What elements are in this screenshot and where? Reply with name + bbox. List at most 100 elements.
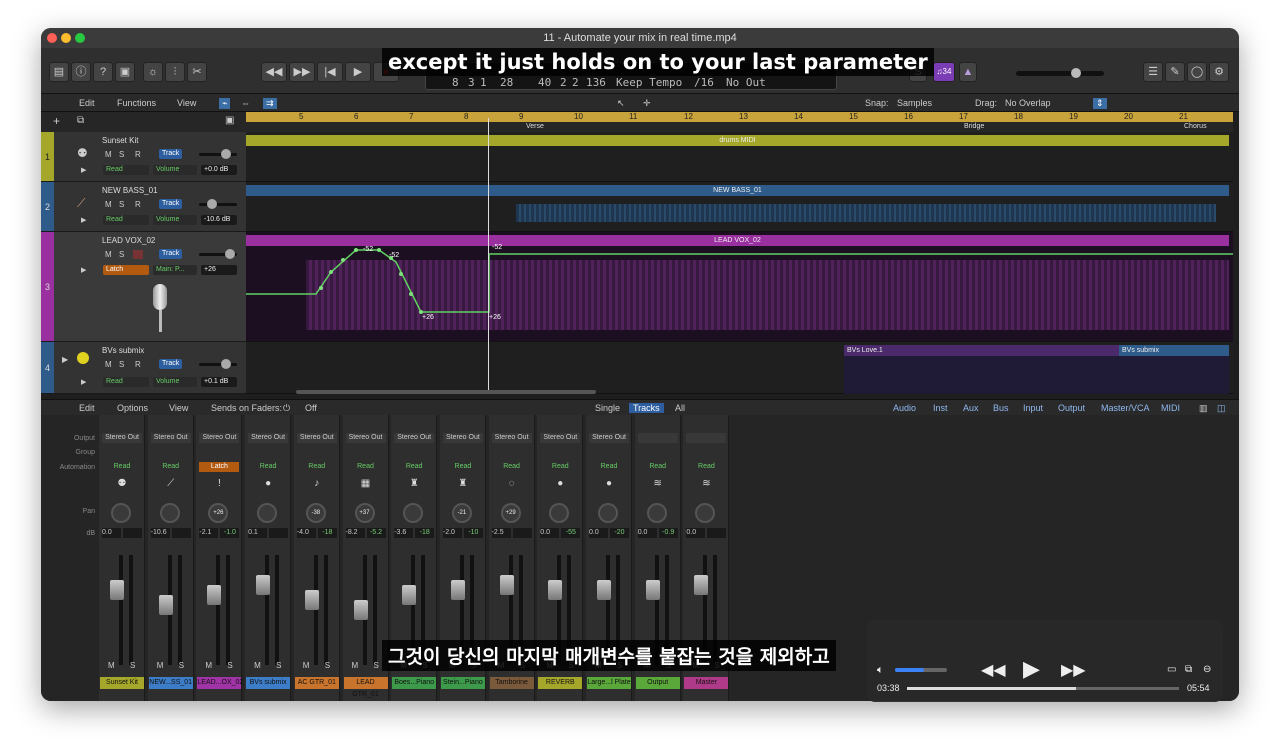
disclosure-arrow-icon[interactable]: ▶ bbox=[81, 378, 86, 386]
filter-inst[interactable]: Inst bbox=[933, 403, 948, 413]
output-slot[interactable] bbox=[686, 433, 727, 443]
pan-knob[interactable] bbox=[549, 503, 570, 523]
marker-bridge[interactable]: Bridge bbox=[964, 123, 984, 130]
smart-controls-button[interactable]: ☼ bbox=[143, 62, 163, 82]
filter-input[interactable]: Input bbox=[1023, 403, 1043, 413]
volume-fader[interactable] bbox=[158, 595, 173, 615]
channel-strip[interactable]: Stereo Out Latch! +26 -2.1 -1.0 M S LEAD...OX_0… bbox=[196, 415, 243, 701]
master-volume-slider[interactable] bbox=[1016, 68, 1104, 78]
editors-button[interactable]: ✂ bbox=[187, 62, 207, 82]
automation-value[interactable]: +0.1 dB bbox=[201, 377, 237, 387]
channel-name[interactable]: AC GTR_01 bbox=[294, 677, 339, 689]
channel-strip[interactable]: Stereo Out Read ● 0.1 M S BVs submix bbox=[245, 415, 292, 701]
double-column-icon[interactable]: ◫ bbox=[1217, 403, 1226, 414]
marker-track[interactable]: Verse Bridge Chorus bbox=[246, 122, 1233, 132]
solo-button[interactable]: S bbox=[119, 150, 124, 159]
output-slot[interactable]: Stereo Out bbox=[345, 433, 386, 443]
volume-slider[interactable] bbox=[199, 249, 237, 259]
list-editors-button[interactable]: ☰ bbox=[1143, 62, 1163, 82]
fast-forward-icon[interactable]: ▶▶ bbox=[1061, 660, 1086, 680]
more-options-icon[interactable]: ⊖ bbox=[1203, 664, 1211, 675]
output-slot[interactable]: Stereo Out bbox=[394, 433, 435, 443]
channel-name[interactable]: Master bbox=[684, 677, 729, 689]
minimize-window-button[interactable] bbox=[61, 33, 71, 43]
pan-knob[interactable]: +37 bbox=[354, 503, 375, 523]
functions-menu[interactable]: Functions bbox=[117, 98, 156, 108]
pan-knob[interactable] bbox=[159, 503, 180, 523]
channel-name[interactable]: Output bbox=[635, 677, 680, 689]
solo-button[interactable]: S bbox=[325, 661, 330, 670]
lane-bass[interactable]: NEW BASS_01 bbox=[246, 182, 1233, 232]
track-row-2[interactable]: 2 ⟋ NEW BASS_01 M S R Track ▶ Read Volum… bbox=[41, 182, 246, 232]
automation-mode-select[interactable]: Read bbox=[103, 165, 149, 175]
record-enable-button[interactable]: R bbox=[135, 150, 141, 159]
channel-name[interactable]: Tamborine bbox=[489, 677, 534, 689]
filter-master-vca[interactable]: Master/VCA bbox=[1101, 403, 1150, 413]
track-automation-button[interactable]: Track bbox=[159, 149, 183, 159]
bar-ruler[interactable]: 5 6 7 8 9 10 11 12 13 14 15 16 17 18 19 … bbox=[246, 112, 1233, 122]
channel-strip[interactable]: Stereo Out Read ♪ -38 -4.0 -18 M S AC GTR_01 bbox=[293, 415, 340, 701]
duplicate-track-icon[interactable]: ⧉ bbox=[77, 115, 84, 126]
metronome-icon[interactable]: ▲ bbox=[959, 62, 977, 82]
output-slot[interactable]: Stereo Out bbox=[540, 433, 581, 443]
tab-all[interactable]: All bbox=[675, 403, 685, 413]
horizontal-scrollbar[interactable] bbox=[296, 390, 596, 394]
tab-single[interactable]: Single bbox=[595, 403, 620, 413]
output-slot[interactable]: Stereo Out bbox=[589, 433, 629, 443]
disclosure-arrow-icon[interactable]: ▶ bbox=[81, 216, 86, 224]
track-row-4[interactable]: 4 ▶ BVs submix M S R Track ▶ Read Volume… bbox=[41, 342, 246, 394]
pan-knob[interactable]: +26 bbox=[208, 503, 229, 523]
rewind-icon[interactable]: ◀◀ bbox=[981, 660, 1006, 680]
marker-verse[interactable]: Verse bbox=[526, 123, 544, 130]
lane-lead-vox[interactable]: LEAD VOX_02 -52 -52 +26 -52 +26 bbox=[246, 232, 1233, 342]
automation-param-select[interactable]: Volume bbox=[153, 215, 197, 225]
waveform-zoom-icon[interactable]: ⇕ bbox=[1093, 98, 1107, 109]
automation-value[interactable]: -10.6 dB bbox=[201, 215, 237, 225]
drag-select[interactable]: No Overlap bbox=[1005, 98, 1051, 108]
filter-aux[interactable]: Aux bbox=[963, 403, 979, 413]
zoom-window-button[interactable] bbox=[75, 33, 85, 43]
mute-button[interactable]: M bbox=[157, 661, 164, 670]
pan-knob[interactable] bbox=[403, 503, 424, 523]
sends-on-faders-select[interactable]: Off bbox=[305, 403, 317, 413]
region-bvs-submix[interactable]: BVs submix bbox=[1119, 345, 1229, 356]
automation-mode[interactable]: Read bbox=[248, 462, 288, 472]
automation-param-select[interactable]: Main: P... bbox=[153, 265, 197, 275]
automation-view-icon[interactable]: ⌁ bbox=[219, 98, 231, 109]
record-enable-button[interactable] bbox=[133, 250, 143, 259]
filter-output[interactable]: Output bbox=[1058, 403, 1085, 413]
lane-bvs[interactable]: BVs Love.1 BVs submix bbox=[246, 342, 1233, 394]
mute-button[interactable]: M bbox=[105, 200, 112, 209]
pan-knob[interactable] bbox=[257, 503, 278, 523]
record-enable-button[interactable]: R bbox=[135, 360, 141, 369]
volume-slider[interactable] bbox=[199, 199, 237, 209]
solo-button[interactable]: S bbox=[130, 661, 135, 670]
automation-mode[interactable]: Read bbox=[394, 462, 434, 472]
solo-button[interactable]: S bbox=[119, 250, 124, 259]
power-icon[interactable]: ⏻ bbox=[283, 403, 290, 414]
automation-param-select[interactable]: Volume bbox=[153, 165, 197, 175]
pan-knob[interactable] bbox=[111, 503, 131, 523]
output-slot[interactable] bbox=[637, 433, 678, 443]
mixer-edit-menu[interactable]: Edit bbox=[79, 403, 95, 413]
edit-menu[interactable]: Edit bbox=[79, 98, 95, 108]
channel-name[interactable]: LEAD GTR_01 bbox=[343, 677, 388, 698]
mute-button[interactable]: M bbox=[105, 150, 112, 159]
output-slot[interactable]: Stereo Out bbox=[296, 433, 337, 443]
add-track-icon[interactable]: + bbox=[53, 114, 60, 128]
solo-button[interactable]: S bbox=[119, 360, 124, 369]
solo-button[interactable]: S bbox=[119, 200, 124, 209]
region-bass[interactable]: NEW BASS_01 bbox=[246, 185, 1229, 196]
filter-bus[interactable]: Bus bbox=[993, 403, 1009, 413]
pan-knob[interactable]: -38 bbox=[305, 503, 326, 523]
pip-icon[interactable]: ⧉ bbox=[1185, 664, 1192, 675]
pencil-tool-icon[interactable]: ✛ bbox=[643, 98, 651, 109]
output-slot[interactable]: Stereo Out bbox=[442, 433, 483, 443]
volume-fader[interactable] bbox=[645, 580, 660, 600]
channel-name[interactable]: Boes...Piano bbox=[392, 677, 437, 689]
output-slot[interactable]: Stereo Out bbox=[491, 433, 532, 443]
automation-mode-select[interactable]: Read bbox=[103, 377, 149, 387]
output-slot[interactable]: Stereo Out bbox=[150, 433, 191, 443]
volume-fader[interactable] bbox=[548, 580, 563, 600]
count-in-badge[interactable]: ♫34 bbox=[933, 62, 955, 82]
